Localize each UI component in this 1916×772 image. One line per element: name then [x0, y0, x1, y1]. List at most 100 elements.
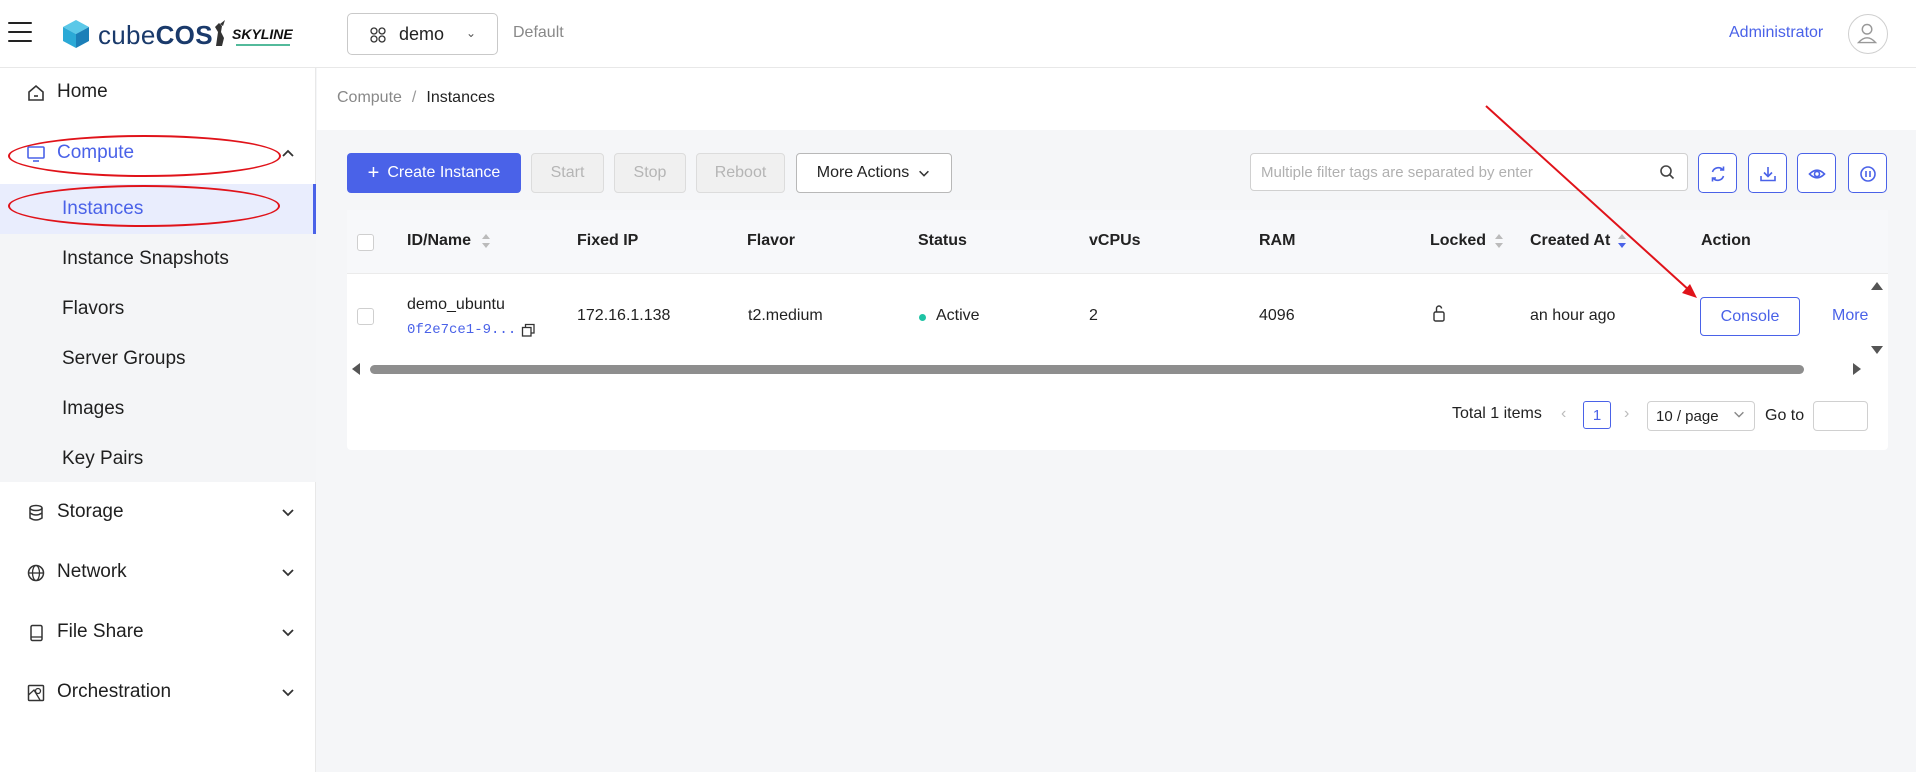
- project-selector[interactable]: demo ⌄: [347, 13, 498, 55]
- create-instance-button[interactable]: + Create Instance: [347, 153, 521, 193]
- created-at-cell: an hour ago: [1530, 307, 1616, 324]
- search-icon[interactable]: [1659, 164, 1675, 180]
- column-visibility-button[interactable]: [1797, 153, 1836, 193]
- column-header-locked[interactable]: Locked: [1430, 232, 1486, 250]
- pagination-next-icon[interactable]: ›: [1624, 405, 1629, 423]
- sidebar-item-instances[interactable]: Instances: [0, 184, 316, 234]
- auto-refresh-toggle-button[interactable]: [1848, 153, 1887, 193]
- column-header-ram: RAM: [1259, 232, 1296, 249]
- sidebar-item-key-pairs[interactable]: Key Pairs: [0, 434, 316, 484]
- user-menu-link[interactable]: Administrator: [1729, 24, 1823, 42]
- scroll-left-arrow-icon[interactable]: [352, 363, 360, 375]
- sidebar-item-label: Home: [57, 81, 108, 102]
- sidebar-item-server-groups[interactable]: Server Groups: [0, 334, 316, 384]
- menu-toggle-icon[interactable]: [8, 22, 32, 44]
- goto-page-input[interactable]: [1813, 401, 1868, 431]
- breadcrumb-bar: [317, 68, 1916, 130]
- chevron-down-icon: [282, 509, 294, 517]
- eye-icon: [1808, 169, 1826, 179]
- column-header-vcpus: vCPUs: [1089, 232, 1141, 249]
- sidebar-item-network[interactable]: Network: [0, 548, 316, 598]
- sidebar-item-images[interactable]: Images: [0, 384, 316, 434]
- scroll-up-arrow-icon[interactable]: [1871, 282, 1883, 290]
- refresh-button[interactable]: [1698, 153, 1737, 193]
- scroll-right-arrow-icon[interactable]: [1853, 363, 1861, 375]
- start-button[interactable]: Start: [531, 153, 604, 193]
- sort-descending-icon[interactable]: [1617, 232, 1627, 250]
- sidebar-item-label: File Share: [57, 621, 144, 642]
- project-name: demo: [399, 24, 445, 44]
- sidebar-item-flavors[interactable]: Flavors: [0, 284, 316, 334]
- more-actions-button[interactable]: More Actions: [796, 153, 952, 193]
- column-header-created-at[interactable]: Created At: [1530, 232, 1610, 250]
- status-active-dot-icon: [919, 314, 926, 321]
- instance-name-link[interactable]: demo_ubuntu: [407, 296, 505, 314]
- pause-icon: [1860, 166, 1876, 182]
- copy-icon[interactable]: [521, 323, 536, 338]
- brand-name: cubeCOS: [98, 20, 213, 50]
- chevron-down-icon: [282, 629, 294, 637]
- home-icon: [28, 84, 44, 101]
- unlock-icon: [1433, 305, 1445, 322]
- sort-icon[interactable]: [1494, 232, 1504, 250]
- sidebar-item-home[interactable]: Home: [0, 68, 316, 118]
- scroll-down-arrow-icon[interactable]: [1871, 346, 1883, 354]
- reboot-button[interactable]: Reboot: [696, 153, 785, 193]
- chevron-down-icon: [919, 170, 930, 177]
- chevron-down-icon: [282, 569, 294, 577]
- sidebar-item-compute[interactable]: Compute: [0, 129, 316, 179]
- sidebar-item-label: Server Groups: [62, 348, 186, 369]
- pagination-total: Total 1 items: [1452, 405, 1542, 422]
- database-icon: [29, 504, 43, 521]
- user-icon: [1856, 23, 1878, 44]
- plus-icon: +: [367, 162, 380, 184]
- status-cell: Active: [936, 307, 980, 324]
- fixed-ip-cell: 172.16.1.138: [577, 307, 671, 324]
- sidebar-item-label: Orchestration: [57, 681, 172, 702]
- button-label: Create Instance: [387, 164, 501, 181]
- sidebar-item-instance-snapshots[interactable]: Instance Snapshots: [0, 234, 316, 284]
- apps-grid-icon: [370, 27, 386, 43]
- pagination-prev-icon[interactable]: ‹: [1561, 405, 1566, 423]
- sidebar-item-label: Compute: [57, 142, 135, 163]
- search-input[interactable]: [1261, 161, 1651, 183]
- pagination-page-current[interactable]: 1: [1583, 401, 1611, 429]
- file-icon: [30, 624, 43, 642]
- column-header-status: Status: [918, 232, 967, 249]
- instance-id-link[interactable]: 0f2e7ce1-9...: [407, 322, 516, 338]
- sidebar-item-storage[interactable]: Storage: [0, 488, 316, 538]
- sidebar-item-label: Key Pairs: [62, 448, 144, 469]
- column-header-id-name[interactable]: ID/Name: [407, 232, 471, 250]
- sidebar-item-label: Images: [62, 398, 125, 419]
- sidebar-item-label: Instances: [62, 198, 144, 219]
- orchestration-icon: [27, 684, 45, 702]
- sidebar-item-orchestration[interactable]: Orchestration: [0, 668, 316, 718]
- console-button[interactable]: Console: [1700, 297, 1800, 336]
- breadcrumb-separator: /: [411, 89, 417, 106]
- page-size-value: 10 / page: [1656, 408, 1719, 425]
- filter-search: [1250, 153, 1688, 191]
- sidebar-item-label: Flavors: [62, 298, 125, 319]
- more-actions-link[interactable]: More: [1832, 307, 1868, 325]
- ram-cell: 4096: [1259, 307, 1295, 324]
- sidebar-item-file-share[interactable]: File Share: [0, 608, 316, 658]
- chevron-down-icon: [282, 689, 294, 697]
- select-all-checkbox[interactable]: [357, 234, 374, 251]
- breadcrumb-current: Instances: [426, 89, 495, 106]
- sidebar-item-label: Instance Snapshots: [62, 248, 229, 269]
- vcpus-cell: 2: [1089, 307, 1098, 324]
- download-button[interactable]: [1748, 153, 1787, 193]
- breadcrumb-parent[interactable]: Compute: [337, 89, 402, 106]
- stop-button[interactable]: Stop: [614, 153, 686, 193]
- table-header: ID/Name Fixed IP Flavor Status vCPUs RAM…: [347, 210, 1888, 274]
- row-checkbox[interactable]: [357, 308, 374, 325]
- horizontal-scrollbar-thumb[interactable]: [370, 365, 1804, 374]
- top-header: cubeCOS SKYLINE demo ⌄ Default Administr…: [0, 0, 1916, 68]
- sidebar-item-label: Network: [57, 561, 127, 582]
- page-size-select[interactable]: 10 / page: [1647, 401, 1755, 431]
- column-header-action: Action: [1701, 232, 1751, 249]
- avatar[interactable]: [1848, 14, 1888, 54]
- refresh-icon: [1711, 166, 1725, 182]
- sort-icon[interactable]: [481, 232, 491, 250]
- goto-label: Go to: [1765, 407, 1805, 424]
